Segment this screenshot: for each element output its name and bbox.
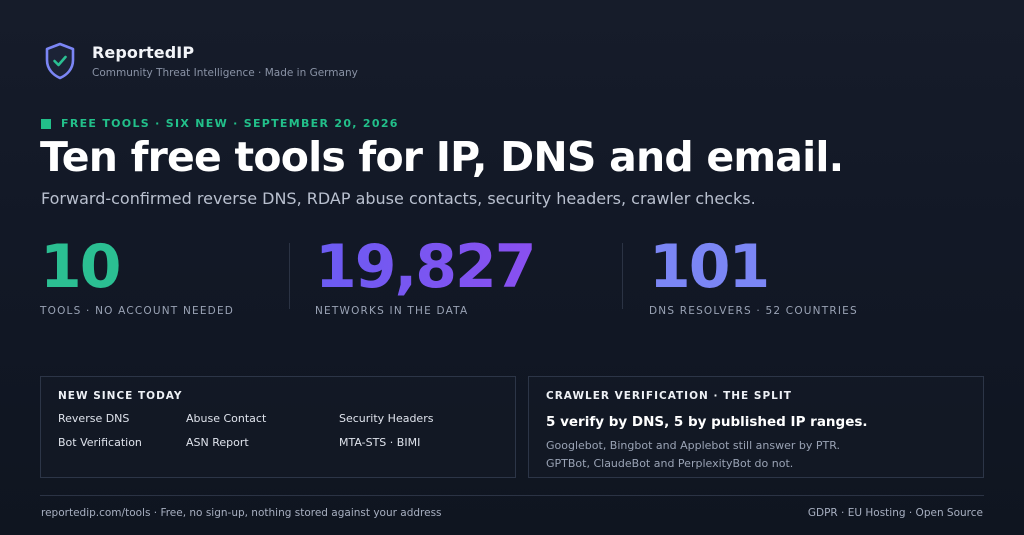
- kicker-square-icon: [41, 118, 51, 129]
- crawler-card: CRAWLER VERIFICATION · THE SPLIT 5 verif…: [528, 376, 984, 478]
- shield-check-icon: [45, 42, 75, 80]
- footer-right-text: GDPR · EU Hosting · Open Source: [807, 507, 983, 519]
- tool-link-bot-verification[interactable]: Bot Verification: [58, 436, 142, 449]
- crawler-headline: 5 verify by DNS, 5 by published IP range…: [546, 414, 868, 430]
- page-subtitle: Forward-confirmed reverse DNS, RDAP abus…: [41, 189, 756, 208]
- stat-tools: 10 TOOLS · NO ACCOUNT NEEDED: [40, 232, 234, 317]
- page-title: Ten free tools for IP, DNS and email.: [40, 133, 844, 181]
- stat-value: 10: [40, 232, 122, 302]
- stat-label: DNS RESOLVERS · 52 COUNTRIES: [649, 305, 858, 317]
- stat-resolvers: 101 DNS RESOLVERS · 52 COUNTRIES: [649, 232, 858, 317]
- tool-link-security-headers[interactable]: Security Headers: [339, 412, 433, 425]
- stat-divider: [622, 243, 623, 309]
- brand-name: ReportedIP: [92, 43, 195, 62]
- stat-value: 101: [649, 232, 770, 302]
- stat-label: TOOLS · NO ACCOUNT NEEDED: [40, 305, 235, 317]
- card-title: NEW SINCE TODAY: [58, 390, 183, 402]
- crawler-description: Googlebot, Bingbot and Applebot still an…: [546, 437, 840, 473]
- footer-divider: [40, 495, 984, 496]
- stat-value: 19,827: [315, 232, 537, 302]
- card-title: CRAWLER VERIFICATION · THE SPLIT: [546, 390, 792, 402]
- brand-tagline: Community Threat Intelligence · Made in …: [92, 67, 358, 79]
- new-tools-card: NEW SINCE TODAY Reverse DNS Abuse Contac…: [40, 376, 516, 478]
- stat-label: NETWORKS IN THE DATA: [315, 305, 469, 317]
- tool-link-abuse-contact[interactable]: Abuse Contact: [186, 412, 266, 425]
- header: ReportedIP Community Threat Intelligence…: [44, 42, 358, 80]
- tool-link-mta-sts-bimi[interactable]: MTA-STS · BIMI: [339, 436, 420, 449]
- tool-link-asn-report[interactable]: ASN Report: [186, 436, 249, 449]
- tool-link-reverse-dns[interactable]: Reverse DNS: [58, 412, 129, 425]
- kicker-text: FREE TOOLS · SIX NEW · SEPTEMBER 20, 202…: [61, 117, 399, 130]
- kicker: FREE TOOLS · SIX NEW · SEPTEMBER 20, 202…: [41, 117, 399, 130]
- stat-divider: [289, 243, 290, 309]
- stat-networks: 19,827 NETWORKS IN THE DATA: [315, 232, 537, 317]
- crawler-line: Googlebot, Bingbot and Applebot still an…: [546, 439, 840, 452]
- crawler-line: GPTBot, ClaudeBot and PerplexityBot do n…: [546, 457, 794, 470]
- brand-block: ReportedIP Community Threat Intelligence…: [92, 43, 358, 79]
- footer-left-text: reportedip.com/tools · Free, no sign-up,…: [41, 507, 442, 519]
